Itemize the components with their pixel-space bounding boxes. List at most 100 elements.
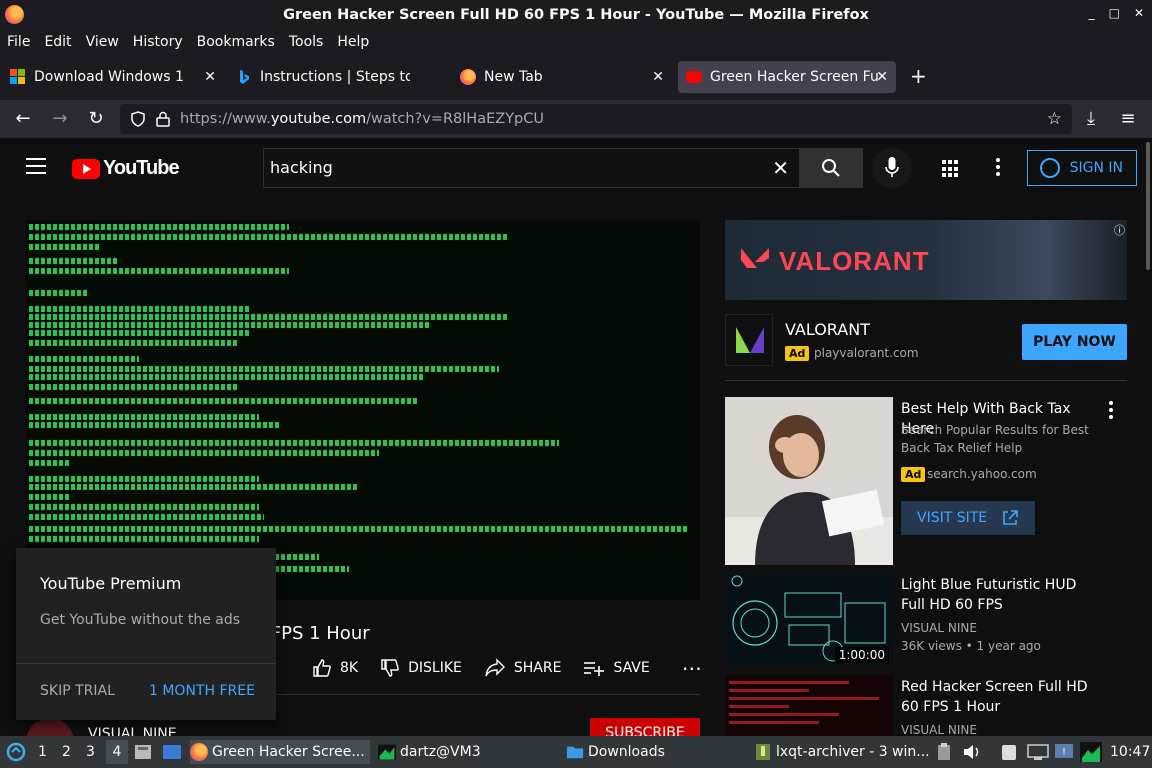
menu-help[interactable]: Help <box>330 34 376 50</box>
start-menu-button[interactable] <box>6 740 28 764</box>
desktop-4[interactable]: 4 <box>106 740 128 764</box>
sidebar-ad-card[interactable]: Best Help With Back Tax Here Search Popu… <box>725 397 1135 567</box>
shield-icon[interactable] <box>130 111 146 127</box>
maximize-button[interactable]: □ <box>1109 6 1120 20</box>
menu-tools[interactable]: Tools <box>282 34 331 50</box>
visit-site-button[interactable]: VISIT SITE <box>901 501 1035 535</box>
save-button[interactable]: SAVE <box>583 658 650 678</box>
taskbar-window-archiver[interactable]: lxqt-archiver - 3 win... <box>754 740 932 764</box>
ad-thumbnail[interactable] <box>725 397 893 565</box>
more-actions-icon[interactable]: ⋯ <box>682 656 702 680</box>
tab-close-icon[interactable]: ✕ <box>652 69 664 85</box>
tab-green-hacker[interactable]: Green Hacker Screen Full ✕ <box>678 61 896 93</box>
play-now-button[interactable]: PLAY NOW <box>1022 324 1127 360</box>
page-scrollbar[interactable] <box>1144 138 1152 736</box>
app-menu-icon[interactable]: ≡ <box>1117 108 1139 130</box>
video-thumbnail[interactable]: 1:00:00 <box>725 573 893 667</box>
menu-view[interactable]: View <box>79 34 126 50</box>
video-channel[interactable]: VISUAL NINE <box>901 619 977 637</box>
video-title[interactable]: Light Blue Futuristic HUD Full HD 60 FPS <box>901 575 1101 615</box>
new-tab-button[interactable]: + <box>910 64 927 88</box>
hamburger-menu-icon[interactable] <box>26 158 46 179</box>
terminal-icon <box>378 744 396 760</box>
code-line <box>29 268 289 274</box>
video-actions: 8K DISLIKE SHARE SAVE ⋯ <box>312 656 702 680</box>
thumbs-up-icon <box>313 659 331 677</box>
share-label: SHARE <box>513 660 562 676</box>
youtube-play-icon <box>72 158 100 179</box>
like-button[interactable]: 8K <box>312 658 358 678</box>
skip-trial-button[interactable]: SKIP TRIAL <box>40 683 115 699</box>
taskbar-window-label: Downloads <box>588 744 665 760</box>
system-monitor-tray-icon[interactable] <box>1080 740 1104 764</box>
channel-avatar[interactable] <box>26 718 74 736</box>
lock-icon[interactable] <box>156 111 170 127</box>
voice-search-button[interactable] <box>872 148 912 188</box>
network-tray-icon[interactable] <box>1027 740 1049 764</box>
back-arrow-icon[interactable]: ← <box>12 108 34 130</box>
taskbar-window-downloads[interactable]: Downloads <box>566 740 746 764</box>
tab-download-windows[interactable]: Download Windows 10 ✕ <box>2 61 224 93</box>
video-thumbnail[interactable] <box>725 675 893 736</box>
taskbar-window-terminal[interactable]: dartz@VM3 <box>378 740 558 764</box>
video-player[interactable] <box>26 220 700 600</box>
reload-icon[interactable]: ↻ <box>85 108 107 130</box>
sidebar-video[interactable]: 1:00:00 Light Blue Futuristic HUD Full H… <box>725 573 1135 667</box>
notes-tray-icon[interactable] <box>1000 740 1020 764</box>
forward-arrow-icon[interactable]: → <box>49 108 71 130</box>
clock[interactable]: 10:47 <box>1110 740 1150 764</box>
volume-tray-icon[interactable] <box>962 740 982 764</box>
search-button[interactable] <box>799 148 863 188</box>
tab-close-icon[interactable]: ✕ <box>204 69 216 85</box>
advertiser-name[interactable]: VALORANT <box>785 320 870 339</box>
tab-close-icon[interactable]: ✕ <box>876 69 888 85</box>
subscribe-button[interactable]: SUBSCRIBE <box>590 718 700 736</box>
apps-grid-icon[interactable] <box>942 160 960 178</box>
menu-file[interactable]: File <box>0 34 37 50</box>
tab-instructions[interactable]: Instructions | Steps to ins <box>228 61 450 93</box>
downloads-icon[interactable]: ⤓ <box>1080 108 1102 130</box>
more-options-icon[interactable] <box>1109 401 1113 422</box>
minimize-button[interactable]: _ <box>1089 6 1095 20</box>
windows-logo-icon <box>10 69 25 84</box>
menu-history[interactable]: History <box>126 34 190 50</box>
close-window-button[interactable]: ✕ <box>1134 6 1144 20</box>
scrollbar-thumb[interactable] <box>1146 142 1150 270</box>
bookmark-star-icon[interactable]: ☆ <box>1047 109 1062 129</box>
dislike-button[interactable]: DISLIKE <box>380 658 462 678</box>
youtube-premium-popup: YouTube Premium Get YouTube without the … <box>16 548 276 720</box>
url-text[interactable]: https://www.youtube.com/watch?v=R8lHaEZY… <box>180 111 544 127</box>
month-free-button[interactable]: 1 MONTH FREE <box>149 683 255 699</box>
valorant-app-icon[interactable] <box>725 314 773 366</box>
video-duration: 1:00:00 <box>834 647 889 663</box>
dislike-label: DISLIKE <box>408 660 462 676</box>
ad-info-icon[interactable]: ⓘ <box>1114 222 1125 238</box>
tab-new-tab[interactable]: New Tab ✕ <box>452 61 672 93</box>
ad-banner[interactable]: VALORANT ⓘ <box>725 220 1127 300</box>
show-desktop-launcher[interactable] <box>162 740 184 764</box>
address-bar[interactable]: https://www.youtube.com/watch?v=R8lHaEZY… <box>120 104 1072 134</box>
updates-tray-icon[interactable]: ! <box>1054 740 1076 764</box>
desktop-1[interactable]: 1 <box>38 740 52 764</box>
sidebar-video[interactable]: Red Hacker Screen Full HD 60 FPS 1 Hour … <box>725 675 1135 736</box>
desktop-3[interactable]: 3 <box>86 740 100 764</box>
menu-bookmarks[interactable]: Bookmarks <box>190 34 282 50</box>
search-input[interactable]: hacking ✕ <box>263 148 800 188</box>
youtube-logo[interactable]: YouTube <box>72 157 180 180</box>
channel-name[interactable]: VISUAL NINE <box>88 726 177 736</box>
clear-search-icon[interactable]: ✕ <box>772 156 789 180</box>
file-manager-launcher[interactable] <box>134 740 154 764</box>
ad-details: VALORANT Ad playvalorant.com PLAY NOW <box>725 310 1127 370</box>
sign-in-button[interactable]: SIGN IN <box>1027 150 1137 186</box>
code-line <box>29 414 259 420</box>
taskbar-window-firefox[interactable]: Green Hacker Scree... <box>190 740 370 764</box>
settings-more-icon[interactable] <box>996 158 1000 179</box>
desktop-2[interactable]: 2 <box>62 740 76 764</box>
volume-icon <box>964 745 979 759</box>
clipboard-tray-icon[interactable] <box>936 740 954 764</box>
video-channel[interactable]: VISUAL NINE <box>901 721 977 736</box>
video-title[interactable]: Red Hacker Screen Full HD 60 FPS 1 Hour <box>901 677 1101 717</box>
banner-logo-text: VALORANT <box>779 246 930 276</box>
menu-edit[interactable]: Edit <box>37 34 78 50</box>
share-button[interactable]: SHARE <box>484 658 562 678</box>
